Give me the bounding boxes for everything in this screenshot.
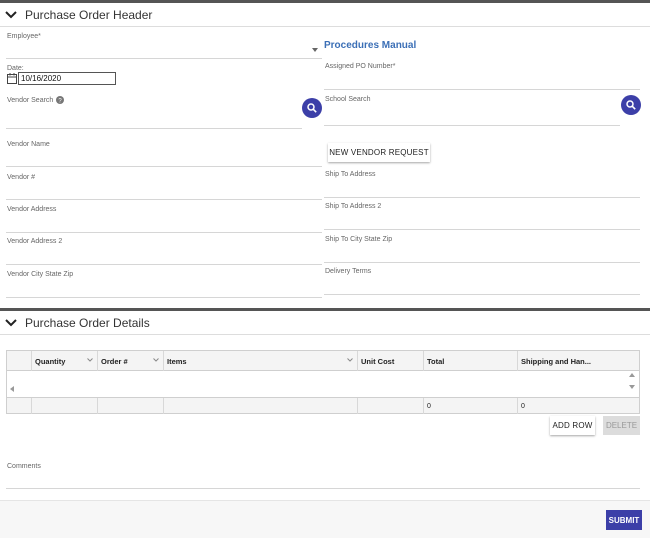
vendor-name-input[interactable] [6,149,322,166]
chevron-down-icon[interactable] [153,358,159,362]
delete-button[interactable]: DELETE [603,416,640,435]
ship-to-address2-label: Ship To Address 2 [325,203,382,210]
grid-header-quantity[interactable]: Quantity [32,351,98,371]
grid-header-order[interactable]: Order # [98,351,164,371]
scroll-down-icon[interactable] [629,385,635,390]
comments-input[interactable] [6,471,640,488]
chevron-down-icon[interactable] [5,317,17,329]
employee-underline [6,58,322,59]
ship-to-address2-input[interactable] [324,211,640,229]
vendor-address2-label: Vendor Address 2 [7,238,63,245]
grid-footer-cell [98,398,164,414]
new-vendor-request-button[interactable]: NEW VENDOR REQUEST [328,143,430,162]
vendor-number-underline [6,199,322,200]
section-title-header: Purchase Order Header [25,7,153,22]
section-title-details: Purchase Order Details [25,315,150,330]
submit-button[interactable]: SUBMIT [606,510,642,530]
dropdown-arrow-icon [312,48,318,52]
school-search-button[interactable] [621,95,641,115]
comments-underline [6,488,640,489]
grid-footer-cell [7,398,32,414]
vendor-search-underline [6,128,302,129]
assigned-po-underline [324,89,640,90]
ship-to-city-input[interactable] [324,244,640,262]
chevron-down-icon[interactable] [347,358,353,362]
delivery-terms-label: Delivery Terms [325,268,372,275]
grid-footer-cell [358,398,424,414]
vendor-address-label: Vendor Address [7,206,57,213]
ship-to-address-underline [324,197,640,198]
help-icon[interactable]: ? [56,96,65,104]
school-search-underline [324,125,620,126]
vendor-name-underline [6,166,322,167]
grid-footer-cell [164,398,358,414]
delivery-terms-input[interactable] [324,276,640,294]
vendor-address2-input[interactable] [6,246,322,264]
employee-select[interactable] [6,40,322,58]
chevron-down-icon[interactable] [87,358,93,362]
procedures-manual-link[interactable]: Procedures Manual [324,40,416,51]
date-input[interactable]: 10/16/2020 [18,72,116,85]
vendor-city-label: Vendor City State Zip [7,271,74,278]
grid-header-select[interactable] [7,351,32,371]
grid-header-unit-cost[interactable]: Unit Cost [358,351,424,371]
details-grid[interactable]: Quantity Order # Items Unit Cost Total S… [6,350,640,414]
date-label: Date: [7,65,24,72]
ship-to-address-input[interactable] [324,179,640,197]
ship-to-address-label: Ship To Address [325,171,376,178]
school-search-label: School Search [325,96,371,103]
comments-label: Comments [7,463,41,470]
scroll-up-icon[interactable] [629,373,635,378]
scroll-left-icon[interactable] [10,386,15,392]
delivery-terms-underline [324,294,640,295]
vendor-city-underline [6,297,322,298]
vendor-address-input[interactable] [6,214,322,232]
employee-label: Employee* [7,33,41,40]
vendor-number-label: Vendor # [7,174,36,181]
vendor-search-input[interactable] [6,104,302,128]
grid-footer-shipping: 0 [521,402,525,410]
vendor-address2-underline [6,264,322,265]
assigned-po-label: Assigned PO Number* [325,63,396,70]
chevron-down-icon[interactable] [5,9,17,21]
grid-header-shipping[interactable]: Shipping and Han... [518,351,639,371]
school-search-input[interactable] [324,104,620,125]
vendor-address-underline [6,232,322,233]
grid-footer: 0 0 [7,397,639,414]
grid-footer-cell [32,398,98,414]
search-icon [307,103,317,113]
ship-to-city-underline [324,262,640,263]
search-icon [626,100,636,110]
grid-header-order-label: Order # [101,356,128,366]
assigned-po-input[interactable] [324,71,640,89]
grid-header-quantity-label: Quantity [35,356,66,366]
add-row-button[interactable]: ADD ROW [550,416,595,435]
grid-body[interactable] [7,371,639,397]
vendor-search-button[interactable] [302,98,322,118]
grid-header-total[interactable]: Total [424,351,518,371]
grid-header-items[interactable]: Items [164,351,358,371]
vendor-search-label-row: Vendor Search ? [7,96,65,104]
vendor-search-label: Vendor Search [7,96,54,104]
vendor-number-input[interactable] [6,182,322,199]
grid-header-items-label: Items [167,356,187,366]
ship-to-address2-underline [324,229,640,230]
ship-to-city-label: Ship To City State Zip [325,236,393,243]
vendor-city-input[interactable] [6,279,322,297]
grid-header: Quantity Order # Items Unit Cost Total S… [7,351,639,371]
header-section-bar[interactable]: Purchase Order Header [0,3,650,27]
bottom-action-bar [0,500,650,538]
grid-footer-total: 0 [424,398,518,414]
vendor-name-label: Vendor Name [7,141,50,148]
details-section-bar[interactable]: Purchase Order Details [0,311,650,335]
calendar-icon[interactable] [7,73,17,84]
